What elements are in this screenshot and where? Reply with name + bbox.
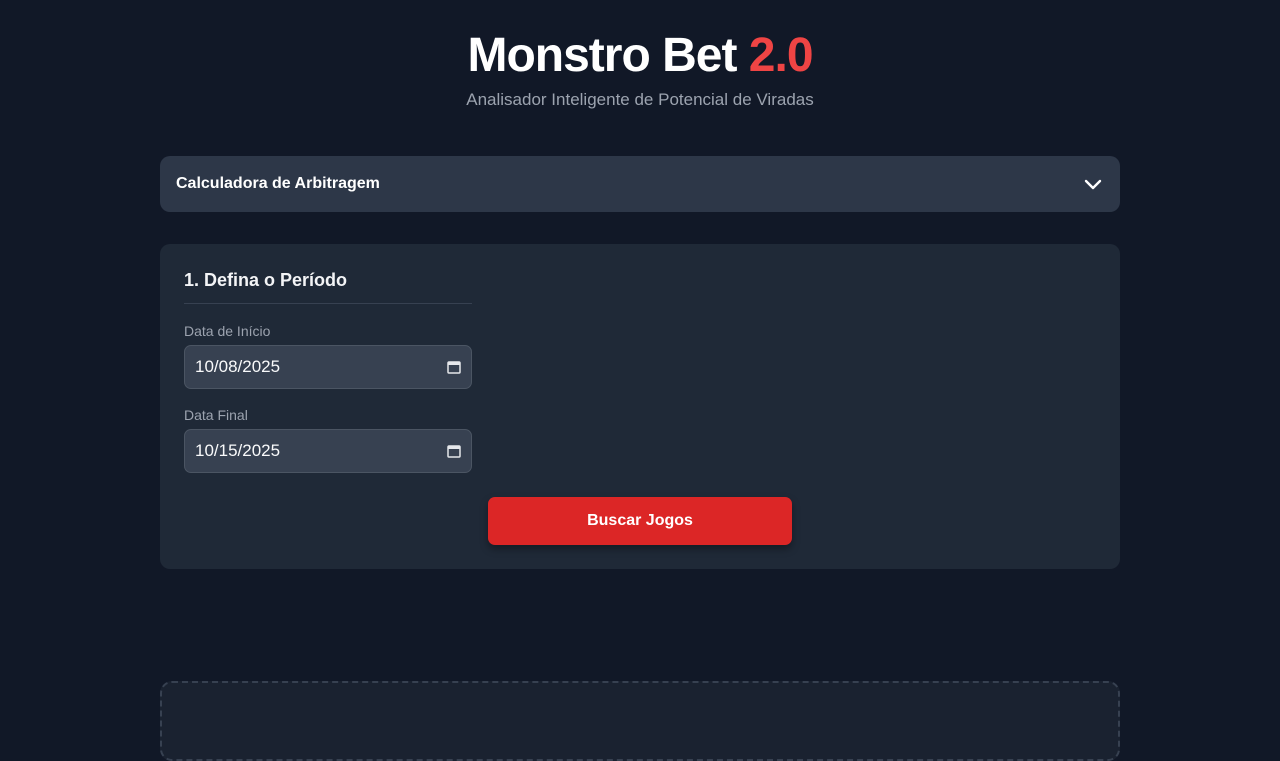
- app-title-version: 2.0: [748, 29, 814, 82]
- calendar-icon[interactable]: [447, 444, 461, 458]
- arbitrage-calculator-toggle[interactable]: Calculadora de Arbitragem: [160, 156, 1120, 212]
- results-panel: [160, 681, 1120, 761]
- app-title: Monstro Bet 2.0: [0, 26, 1280, 86]
- end-date-label: Data Final: [184, 407, 248, 423]
- search-games-button[interactable]: Buscar Jogos: [488, 497, 792, 545]
- start-date-label: Data de Início: [184, 323, 271, 339]
- end-date-value: 10/15/2025: [195, 441, 281, 460]
- end-date-input[interactable]: 10/15/2025: [184, 429, 472, 473]
- start-date-value: 10/08/2025: [195, 357, 281, 376]
- app-title-main: Monstro Bet: [467, 29, 737, 82]
- app-header: Monstro Bet 2.0 Analisador Inteligente d…: [0, 26, 1280, 111]
- period-section-title: 1. Defina o Período: [184, 270, 472, 304]
- app-subtitle: Analisador Inteligente de Potencial de V…: [466, 90, 814, 109]
- chevron-down-icon[interactable]: [1082, 173, 1104, 195]
- period-card: 1. Defina o Período Data de Início 10/08…: [160, 244, 1120, 569]
- calendar-icon[interactable]: [447, 360, 461, 374]
- arbitrage-calculator-title: Calculadora de Arbitragem: [176, 175, 380, 192]
- start-date-input[interactable]: 10/08/2025: [184, 345, 472, 389]
